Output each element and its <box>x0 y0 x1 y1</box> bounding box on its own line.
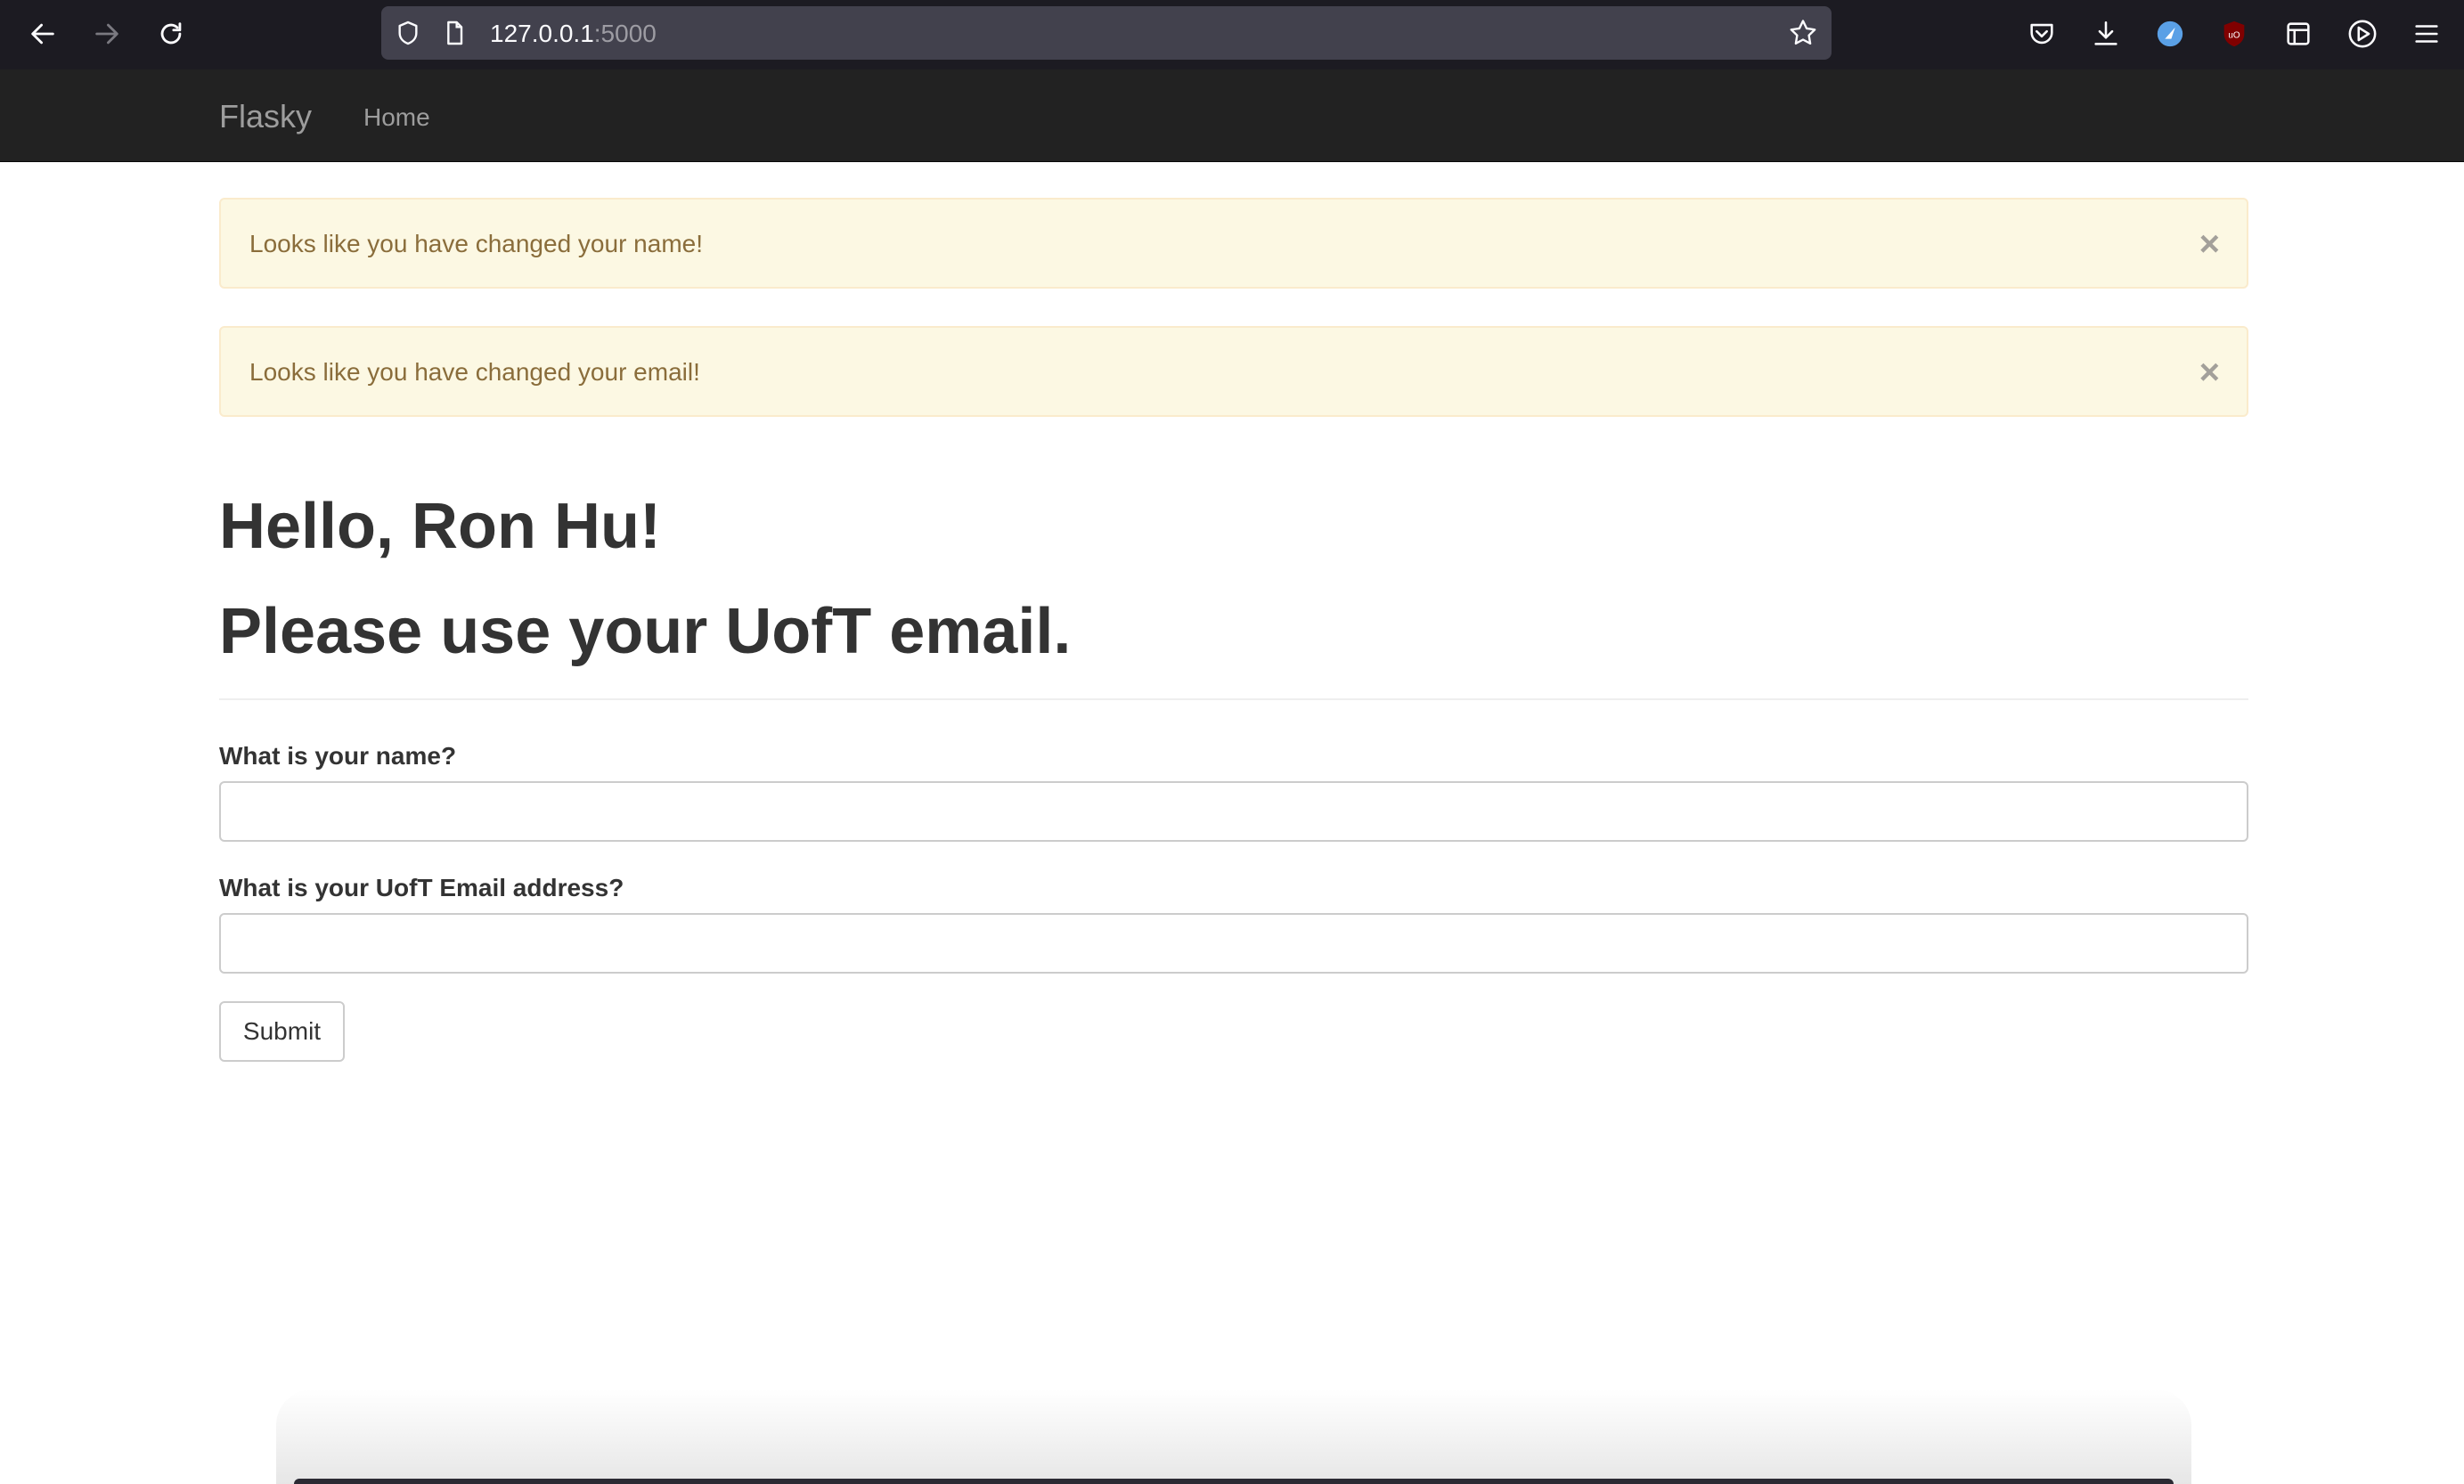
menu-button[interactable] <box>2407 14 2446 53</box>
container-button[interactable] <box>2279 14 2318 53</box>
alert-name-changed: Looks like you have changed your name! × <box>219 198 2248 289</box>
browser-toolbar: 127.0.0.1:5000 uO <box>0 0 2464 69</box>
alert-close-button[interactable]: × <box>2199 226 2220 262</box>
reload-icon <box>160 22 182 45</box>
extension-bird-icon <box>2157 20 2183 47</box>
container-icon <box>2287 22 2310 45</box>
back-button[interactable] <box>21 12 64 55</box>
brand-link[interactable]: Flasky <box>219 98 312 135</box>
pocket-button[interactable] <box>2022 14 2061 53</box>
url-text[interactable]: 127.0.0.1:5000 <box>490 20 657 48</box>
instruction-heading: Please use your UofT email. <box>219 596 1072 667</box>
svg-text:uO: uO <box>2228 30 2240 40</box>
hamburger-menu-icon <box>2415 25 2438 43</box>
page-icon[interactable] <box>440 19 469 47</box>
alert-text: Looks like you have changed your email! <box>249 358 700 386</box>
shield-icon[interactable] <box>394 19 422 47</box>
bookmark-star-icon[interactable] <box>1787 17 1819 49</box>
download-icon <box>2094 20 2117 45</box>
email-label: What is your UofT Email address? <box>219 874 624 901</box>
overlay-window-shadow <box>276 1390 2191 1484</box>
name-label: What is your name? <box>219 742 457 770</box>
site-navbar: Flasky Home <box>0 69 2464 162</box>
reload-button[interactable] <box>150 12 192 55</box>
alert-email-changed: Looks like you have changed your email! … <box>219 326 2248 417</box>
address-bar[interactable]: 127.0.0.1:5000 <box>381 6 1832 60</box>
extension-button[interactable] <box>2150 14 2190 53</box>
url-host: 127.0.0.1 <box>490 20 594 47</box>
nav-home-link[interactable]: Home <box>363 103 430 132</box>
account-icon <box>2348 20 2377 48</box>
greeting-heading: Hello, Ron Hu! <box>219 491 661 562</box>
downloads-button[interactable] <box>2086 14 2125 53</box>
page-divider <box>219 698 2248 700</box>
url-port: :5000 <box>593 20 657 47</box>
ublock-shield-icon: uO <box>2223 20 2245 47</box>
account-button[interactable] <box>2343 14 2382 53</box>
name-input[interactable] <box>219 781 2248 842</box>
arrow-right-icon <box>95 23 118 45</box>
overlay-window-edge <box>294 1479 2174 1484</box>
arrow-left-icon <box>31 23 54 45</box>
submit-button[interactable]: Submit <box>219 1001 345 1062</box>
forward-button[interactable] <box>86 12 128 55</box>
alert-text: Looks like you have changed your name! <box>249 230 703 257</box>
email-input[interactable] <box>219 913 2248 974</box>
pocket-icon <box>2030 23 2053 45</box>
alert-close-button[interactable]: × <box>2199 355 2220 390</box>
ublock-button[interactable]: uO <box>2215 14 2254 53</box>
